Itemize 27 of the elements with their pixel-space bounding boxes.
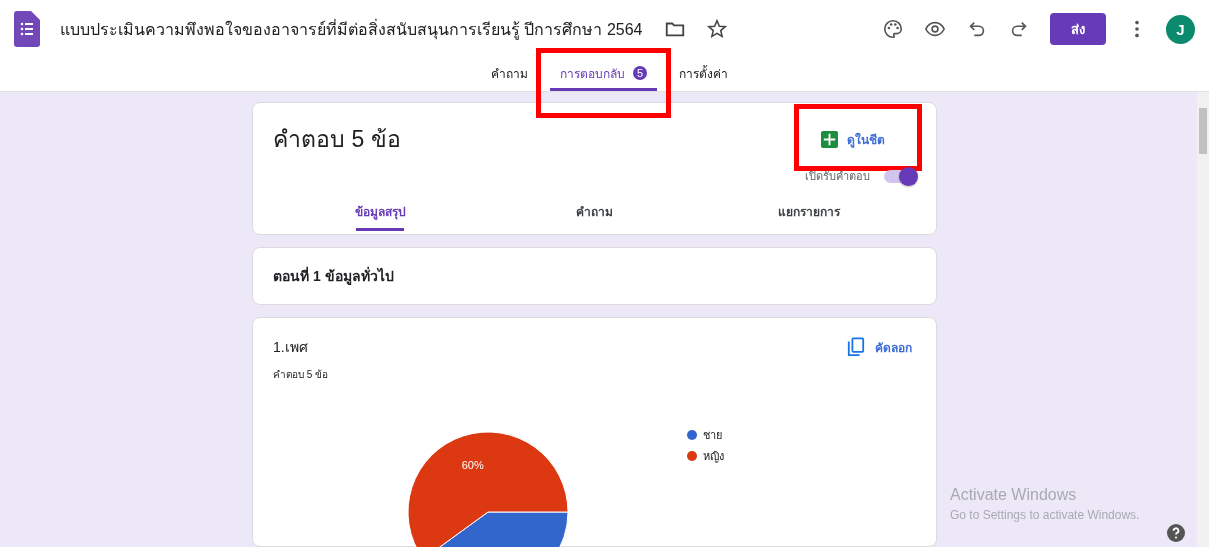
palette-icon[interactable] — [882, 18, 904, 40]
tab[interactable]: การตั้งค่า — [669, 58, 739, 91]
star-icon[interactable] — [706, 18, 729, 40]
accepting-responses-label: เปิดรับคำตอบ — [805, 169, 870, 184]
avatar[interactable]: J — [1166, 14, 1195, 44]
legend-label: ชาย — [703, 428, 722, 443]
response-count: คำตอบ 5 ข้อ — [273, 368, 330, 382]
scrollbar[interactable] — [1197, 92, 1209, 547]
count-badge: 5 — [632, 66, 648, 80]
copy-button[interactable]: คัดลอก — [847, 337, 916, 357]
legend-label: หญิง — [703, 449, 724, 465]
slice-label: 60% — [461, 458, 484, 471]
activation-message: Go to Settings to activate Windows. — [950, 508, 1140, 522]
summary-tab[interactable]: แยกรายการ — [701, 187, 916, 234]
forms-logo-icon[interactable] — [14, 11, 40, 47]
tab[interactable]: คำถาม — [480, 58, 538, 91]
help-icon[interactable] — [1167, 524, 1185, 542]
summary-tab[interactable]: คำถาม — [487, 187, 702, 234]
form-title[interactable]: แบบประเมินความพึงพอใจของอาจารย์ที่มีต่อสิ่งสนับสนุนการเรียนรู้ ปีการศึกษา 2564 — [60, 16, 643, 42]
copy-icon — [847, 337, 865, 357]
question-title: 1.เพศ — [273, 338, 308, 357]
responses-heading: คำตอบ 5 ข้อ — [273, 125, 402, 154]
activation-title: Activate Windows — [950, 486, 1078, 504]
sheets-icon — [821, 130, 838, 148]
section-title: ตอนที่ 1 ข้อมูลทั่วไป — [273, 265, 394, 287]
view-in-sheets-button[interactable]: ดูในชีต — [821, 125, 885, 153]
send-button[interactable]: ส่ง — [1050, 13, 1106, 45]
